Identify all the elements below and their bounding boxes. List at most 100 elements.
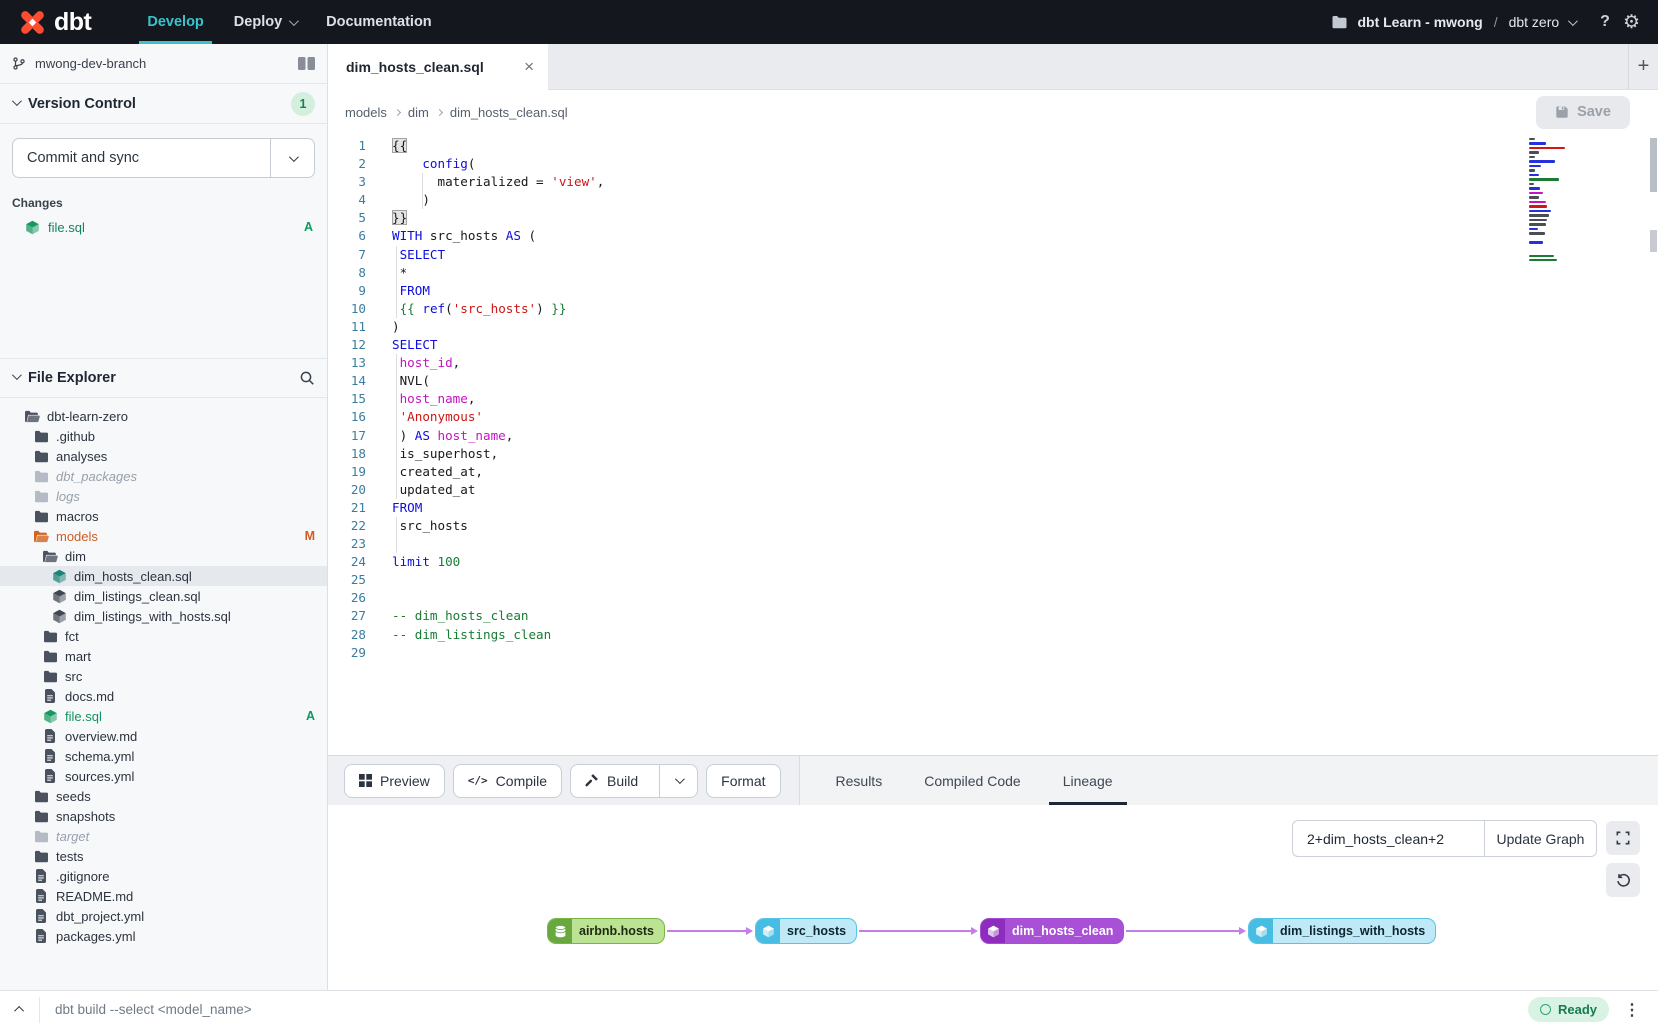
build-button[interactable]: Build (570, 764, 698, 798)
tree-item-dim-listings-clean-sql[interactable]: dim_listings_clean.sql (0, 586, 327, 606)
help-icon[interactable]: ? (1600, 13, 1610, 31)
tree-item-packages-yml[interactable]: packages.yml (0, 926, 327, 946)
tree-item-dbt-packages[interactable]: dbt_packages (0, 466, 327, 486)
changed-file-row[interactable]: file.sqlA (0, 216, 327, 238)
nav-item-documentation[interactable]: Documentation (326, 0, 432, 44)
line-number: 21 (328, 499, 366, 517)
tree-item--gitignore[interactable]: .gitignore (0, 866, 327, 886)
reader-icon[interactable] (298, 57, 315, 70)
code-line: 2 config( (328, 155, 1658, 173)
line-number: 20 (328, 481, 366, 499)
editor-scrollbar[interactable] (1650, 138, 1657, 192)
tab-dim-hosts-clean[interactable]: dim_hosts_clean.sql × (328, 44, 548, 90)
tab-lineage[interactable]: Lineage (1063, 756, 1113, 805)
tree-item-dim[interactable]: dim (0, 546, 327, 566)
tree-item-file-sql[interactable]: file.sqlA (0, 706, 327, 726)
tree-item--github[interactable]: .github (0, 426, 327, 446)
dbt-logo[interactable]: dbt (18, 8, 91, 37)
tree-item-overview-md[interactable]: overview.md (0, 726, 327, 746)
breadcrumb-item[interactable]: dim_hosts_clean.sql (450, 105, 568, 120)
search-icon[interactable] (299, 370, 315, 386)
tab-results[interactable]: Results (836, 756, 883, 805)
editor-toolbar: Preview</>CompileBuildFormat Results Comp… (328, 755, 1658, 805)
file-icon (42, 689, 58, 703)
build-options-chevron[interactable] (659, 765, 697, 797)
editor-minimap[interactable] (1529, 138, 1565, 268)
project-name[interactable]: dbt Learn - mwong (1357, 14, 1482, 30)
breadcrumb-item[interactable]: models (345, 105, 387, 120)
git-status-badge: A (304, 220, 313, 234)
nav-item-label: Develop (147, 14, 203, 30)
workspace: mwong-dev-branch Version Control 1 Commi… (0, 44, 1658, 990)
commit-button-label[interactable]: Commit and sync (13, 139, 270, 177)
line-number: 1 (328, 137, 366, 155)
file-explorer-header[interactable]: File Explorer (0, 358, 327, 398)
tree-item-src[interactable]: src (0, 666, 327, 686)
lineage-node-dim-listings-with-hosts[interactable]: dim_listings_with_hosts (1248, 918, 1436, 944)
tree-item-label: dim_hosts_clean.sql (74, 569, 192, 584)
environment-chevron-down-icon[interactable] (1568, 16, 1578, 26)
tab-compiled-code[interactable]: Compiled Code (924, 756, 1021, 805)
save-button[interactable]: Save (1536, 96, 1630, 129)
lineage-node-src-hosts[interactable]: src_hosts (755, 918, 857, 944)
version-control-body: Commit and sync Changes file.sqlA (0, 124, 327, 358)
tree-item-mart[interactable]: mart (0, 646, 327, 666)
preview-button[interactable]: Preview (344, 764, 445, 798)
tree-item-logs[interactable]: logs (0, 486, 327, 506)
model-cube-icon (51, 589, 67, 604)
breadcrumb-item[interactable]: dim (408, 105, 429, 120)
nav-item-deploy[interactable]: Deploy (234, 0, 296, 44)
file-explorer-title: File Explorer (28, 370, 116, 386)
code-line: 26 (328, 589, 1658, 607)
code-editor[interactable]: 1{{2 config(3 materialized = 'view',4 )5… (328, 134, 1658, 755)
tree-item-target[interactable]: target (0, 826, 327, 846)
tree-item-dbt-learn-zero[interactable]: dbt-learn-zero (0, 406, 327, 426)
tree-item-analyses[interactable]: analyses (0, 446, 327, 466)
git-branch-row[interactable]: mwong-dev-branch (0, 44, 327, 84)
lineage-node-airbnb-hosts[interactable]: airbnb.hosts (547, 918, 665, 944)
tree-item-models[interactable]: modelsM (0, 526, 327, 546)
tab-label: Compiled Code (924, 773, 1021, 789)
compile-button[interactable]: </>Compile (453, 764, 562, 798)
version-control-header[interactable]: Version Control 1 (0, 84, 327, 124)
git-status-badge: M (305, 529, 315, 543)
environment-name[interactable]: dbt zero (1509, 14, 1560, 30)
close-icon[interactable]: × (524, 57, 534, 77)
expand-command-bar-chevron-up-icon[interactable] (14, 1006, 24, 1016)
tree-item-dim-listings-with-hosts-sql[interactable]: dim_listings_with_hosts.sql (0, 606, 327, 626)
breadcrumb-separator (394, 108, 401, 115)
code-line: 18 is_superhost, (328, 445, 1658, 463)
settings-gear-icon[interactable]: ⚙ (1623, 13, 1640, 32)
nav-item-develop[interactable]: Develop (147, 0, 203, 44)
tree-item-macros[interactable]: macros (0, 506, 327, 526)
tree-item-fct[interactable]: fct (0, 626, 327, 646)
commit-options-chevron[interactable] (270, 139, 314, 177)
lineage-node-dim-hosts-clean[interactable]: dim_hosts_clean (980, 918, 1124, 944)
command-input[interactable]: dbt build --select <model_name> (55, 1002, 252, 1017)
tree-item-label: macros (56, 509, 99, 524)
edge-arrowhead-icon (971, 927, 978, 935)
project-folder-icon (1331, 15, 1348, 29)
tree-item-tests[interactable]: tests (0, 846, 327, 866)
tree-item-seeds[interactable]: seeds (0, 786, 327, 806)
new-tab-button[interactable]: + (1628, 44, 1658, 89)
tree-item-docs-md[interactable]: docs.md (0, 686, 327, 706)
tree-item-readme-md[interactable]: README.md (0, 886, 327, 906)
tree-item-dbt-project-yml[interactable]: dbt_project.yml (0, 906, 327, 926)
save-button-label: Save (1577, 104, 1611, 120)
tree-item-snapshots[interactable]: snapshots (0, 806, 327, 826)
kebab-menu-icon[interactable]: ⋮ (1624, 1000, 1641, 1020)
version-control-title: Version Control (28, 96, 136, 112)
tree-item-schema-yml[interactable]: schema.yml (0, 746, 327, 766)
tree-item-sources-yml[interactable]: sources.yml (0, 766, 327, 786)
code-line: 15 host_name, (328, 390, 1658, 408)
line-number: 23 (328, 535, 366, 553)
code-line: 13 host_id, (328, 354, 1658, 372)
commit-and-sync-button[interactable]: Commit and sync (12, 138, 315, 178)
sidebar: mwong-dev-branch Version Control 1 Commi… (0, 44, 328, 990)
line-number: 4 (328, 191, 366, 209)
format-button[interactable]: Format (706, 764, 780, 798)
line-number: 16 (328, 408, 366, 426)
tree-item-dim-hosts-clean-sql[interactable]: dim_hosts_clean.sql (0, 566, 327, 586)
folder-icon (24, 410, 40, 423)
